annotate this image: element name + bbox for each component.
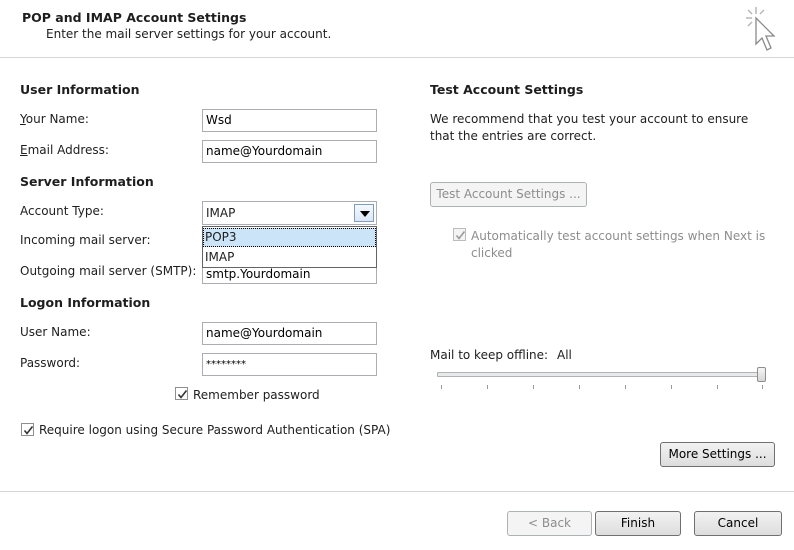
your-name-field[interactable]: Wsd [202,109,377,132]
account-type-label: Account Type: [20,204,104,218]
more-settings-button-label: More Settings ... [668,447,767,461]
slider-tick [717,385,718,389]
user-information-heading: User Information [20,82,140,97]
incoming-mail-server-label: Incoming mail server: [20,233,151,247]
remember-password-label[interactable]: Remember password [193,388,320,402]
account-type-select[interactable]: IMAP [202,201,377,225]
account-type-option-pop3[interactable]: POP3 [203,228,376,247]
email-address-field[interactable]: name@Yourdomain [202,140,377,163]
user-name-label: User Name: [20,325,91,339]
email-address-label: Email Address: [20,143,109,157]
spa-label[interactable]: Require logon using Secure Password Auth… [39,423,390,437]
account-type-dropdown-list: POP3 IMAP [202,226,377,268]
mail-offline-slider-track[interactable] [437,372,764,377]
checkmark-icon [177,390,188,399]
email-address-label-text: mail Address: [27,143,109,157]
logon-information-heading: Logon Information [20,295,151,310]
remember-password-checkbox[interactable] [175,387,188,400]
more-settings-button[interactable]: More Settings ... [660,442,775,467]
password-field[interactable]: ******** [202,353,377,376]
click-cursor-icon [746,7,776,51]
dialog-subtitle: Enter the mail server settings for your … [46,27,332,41]
spa-checkbox[interactable] [21,423,34,436]
server-information-heading: Server Information [20,174,154,189]
account-type-label-text: Account Type: [20,204,104,218]
cancel-button[interactable]: Cancel [694,511,782,536]
user-name-field[interactable]: name@Yourdomain [202,322,377,345]
chevron-down-icon[interactable] [354,204,374,222]
password-label-text: Password: [20,356,81,370]
checkmark-icon [23,426,34,435]
test-account-settings-button-label: Test Account Settings ... [436,187,581,201]
mail-offline-value: All [557,348,572,362]
mail-offline-slider-thumb[interactable] [757,367,766,382]
slider-tick [533,385,534,389]
test-description: We recommend that you test your account … [430,112,749,143]
cancel-button-label: Cancel [717,516,759,530]
your-name-label-text: our Name: [25,112,89,126]
outgoing-mail-server-label-text: Outgoing mail server (SMTP): [20,264,197,278]
outgoing-mail-server-label: Outgoing mail server (SMTP): [20,264,196,278]
dialog-title: POP and IMAP Account Settings [22,10,247,25]
slider-tick [671,385,672,389]
account-type-value: IMAP [206,206,236,220]
incoming-mail-server-label-text: Incoming mail server: [20,233,151,247]
auto-test-label[interactable]: Automatically test account settings when… [471,228,771,262]
auto-test-checkbox[interactable] [453,228,466,241]
account-type-option-imap[interactable]: IMAP [203,248,376,267]
checkmark-icon [455,231,466,240]
back-button-label: < Back [527,516,571,530]
mail-offline-label: Mail to keep offline: [430,348,549,362]
back-button[interactable]: < Back [507,511,592,536]
test-account-settings-heading: Test Account Settings [430,82,584,97]
your-name-label: Your Name: [20,112,89,126]
slider-tick [579,385,580,389]
slider-tick [625,385,626,389]
finish-button[interactable]: Finish [595,511,681,536]
finish-button-label: Finish [620,516,656,530]
slider-tick [762,385,763,389]
slider-tick [487,385,488,389]
test-account-settings-button[interactable]: Test Account Settings ... [430,182,587,207]
password-label: Password: [20,356,80,370]
user-name-label-text: User Name: [20,325,91,339]
slider-tick [441,385,442,389]
